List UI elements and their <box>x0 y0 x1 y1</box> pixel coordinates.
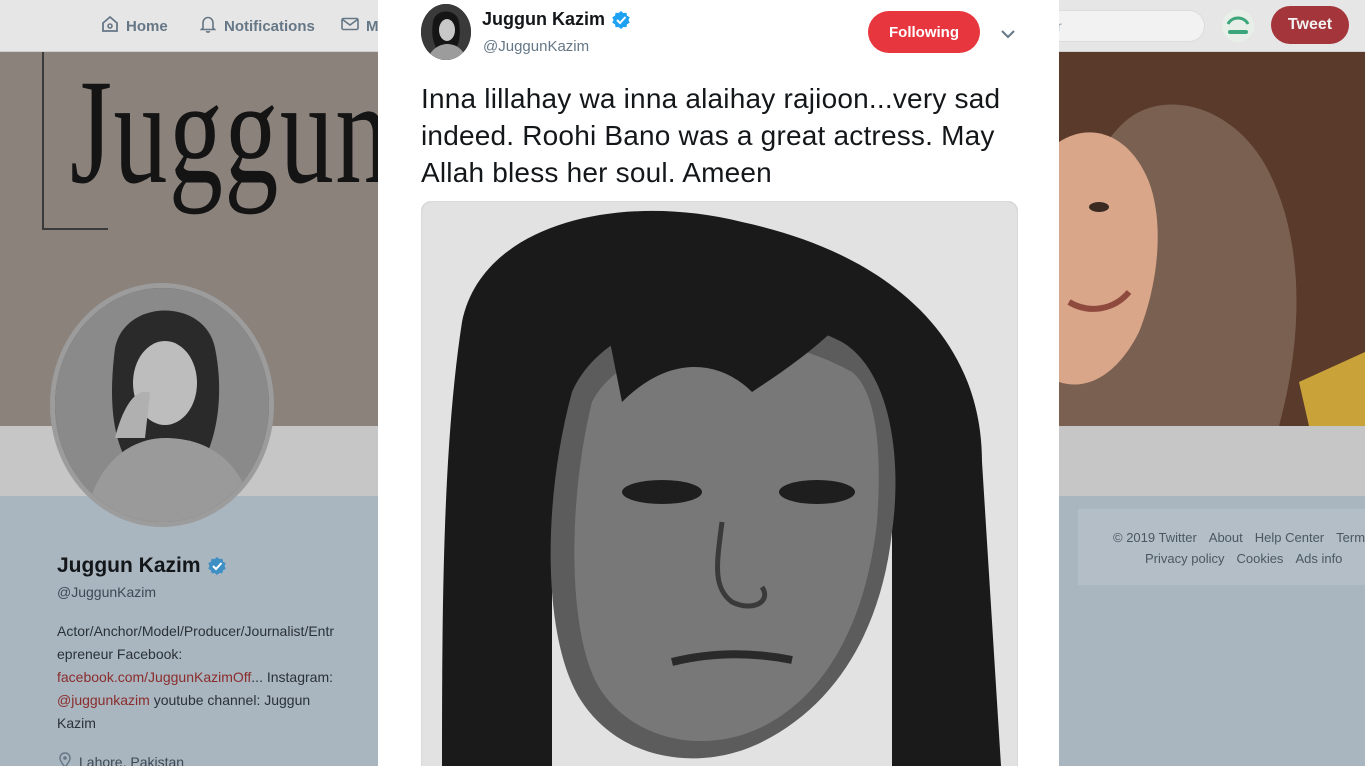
mail-icon <box>340 14 360 38</box>
tweet-permalink-modal: Juggun Kazim @JuggunKazim Following Inna… <box>378 0 1059 766</box>
banner-photo <box>1059 52 1365 426</box>
bio-text: youtube channel: Juggun <box>149 692 311 708</box>
bio-line: Actor/Anchor/Model/Producer/Journalist/E… <box>57 623 335 639</box>
nav-notifications-label: Notifications <box>224 17 315 35</box>
footer-link-help[interactable]: Help Center <box>1255 530 1324 545</box>
footer-row-1: © 2019 Twitter About Help Center Terms <box>1113 530 1365 545</box>
nav-home[interactable]: Home <box>100 14 168 38</box>
footer-row-2: Privacy policy Cookies Ads info <box>1145 551 1342 566</box>
verified-badge-icon <box>207 556 227 576</box>
instagram-link[interactable]: @juggunkazim <box>57 692 150 708</box>
footer-copyright: © 2019 Twitter <box>1113 530 1197 545</box>
nav-messages[interactable]: M <box>340 14 379 38</box>
bell-icon <box>198 14 218 38</box>
verified-badge-icon <box>611 10 631 30</box>
nav-notifications[interactable]: Notifications <box>198 14 315 38</box>
profile-bio: Actor/Anchor/Model/Producer/Journalist/E… <box>57 620 367 735</box>
chevron-down-icon[interactable] <box>998 24 1018 44</box>
footer-link-privacy[interactable]: Privacy policy <box>1145 551 1224 566</box>
footer-link-ads-info[interactable]: Ads info <box>1295 551 1342 566</box>
search-input[interactable]: r <box>1028 10 1205 42</box>
following-button[interactable]: Following <box>868 11 980 53</box>
bio-line: epreneur Facebook: <box>57 646 183 662</box>
tweet-author-name-text[interactable]: Juggun Kazim <box>482 9 605 30</box>
tweet-author-handle[interactable]: @JuggunKazim <box>483 38 589 55</box>
profile-handle: @JuggunKazim <box>57 584 157 600</box>
tweet-author-avatar[interactable] <box>421 4 471 60</box>
bio-line: Kazim <box>57 715 96 731</box>
home-icon <box>100 14 120 38</box>
account-avatar[interactable] <box>1222 10 1254 42</box>
bio-line: facebook.com/JuggunKazimOff... Instagram… <box>57 666 367 689</box>
location-text: Lahore, Pakistan <box>79 753 185 766</box>
bio-line: @juggunkazim youtube channel: Juggun <box>57 689 367 712</box>
footer-link-about[interactable]: About <box>1209 530 1243 545</box>
tweet-photo[interactable] <box>421 201 1018 766</box>
tweet-author-name[interactable]: Juggun Kazim <box>482 9 631 30</box>
nav-messages-label: M <box>366 17 379 35</box>
profile-name[interactable]: Juggun Kazim <box>57 554 227 578</box>
profile-avatar[interactable] <box>50 283 274 527</box>
tweet-text: Inna lillahay wa inna alaihay rajioon...… <box>421 83 1001 188</box>
profile-location: Lahore, Pakistan <box>57 752 184 766</box>
nav-home-label: Home <box>126 17 168 35</box>
location-pin-icon <box>57 752 73 766</box>
bio-text: ... Instagram: <box>251 669 333 685</box>
footer-link-cookies[interactable]: Cookies <box>1236 551 1283 566</box>
profile-name-text[interactable]: Juggun Kazim <box>57 554 201 578</box>
facebook-link[interactable]: facebook.com/JuggunKazimOff <box>57 669 251 685</box>
footer-links-card: © 2019 Twitter About Help Center Terms P… <box>1078 509 1365 585</box>
footer-link-terms[interactable]: Terms <box>1336 530 1365 545</box>
tweet-button[interactable]: Tweet <box>1271 6 1349 44</box>
banner-title-text: Juggun <box>70 52 391 215</box>
